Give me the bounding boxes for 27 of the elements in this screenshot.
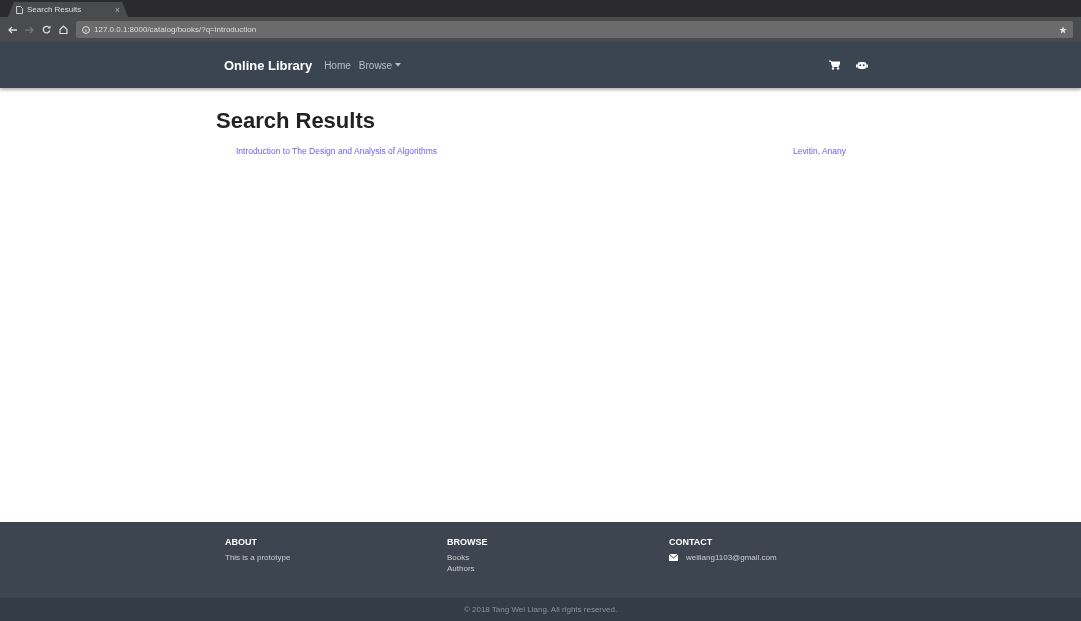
close-tab-button[interactable]: × bbox=[114, 4, 120, 15]
caret-icon bbox=[395, 63, 402, 67]
address-bar[interactable]: 127.0.0.1:8000/catalog/books/?q=introduction bbox=[76, 21, 1073, 38]
envelope-icon bbox=[669, 554, 678, 561]
info-icon bbox=[82, 25, 90, 34]
nav-link[interactable]: Home bbox=[324, 59, 351, 71]
brand-link[interactable]: Online Library bbox=[224, 57, 313, 73]
footer-heading: BROWSE bbox=[447, 537, 489, 547]
copyright-text: © 2018 Tang Wei Liang. All rights reserved. bbox=[463, 605, 618, 614]
about-text: This is a prototype bbox=[225, 552, 291, 563]
home-icon[interactable] bbox=[59, 25, 68, 34]
email-text: weiliang1103@gmail.com bbox=[686, 552, 777, 563]
back-arrow-icon[interactable] bbox=[8, 25, 17, 34]
footer-link[interactable]: Authors bbox=[447, 563, 475, 574]
nav-link[interactable]: Browse bbox=[358, 59, 402, 71]
reload-icon[interactable] bbox=[42, 25, 51, 34]
browser-tab[interactable]: Search Results × bbox=[8, 2, 128, 17]
author-link[interactable]: Levitin, Anany bbox=[793, 146, 846, 156]
page-heading: Search Results bbox=[216, 108, 376, 134]
footer-heading: ABOUT bbox=[225, 537, 258, 547]
star-icon[interactable] bbox=[1059, 25, 1067, 34]
footer-heading: CONTACT bbox=[669, 537, 714, 547]
footer-link[interactable]: Books bbox=[447, 552, 470, 563]
page-icon bbox=[16, 5, 23, 14]
book-title-link[interactable]: Introduction to The Design and Analysis of Algorithms bbox=[236, 146, 438, 156]
robot-icon[interactable] bbox=[856, 60, 868, 70]
cart-icon[interactable] bbox=[829, 60, 840, 70]
